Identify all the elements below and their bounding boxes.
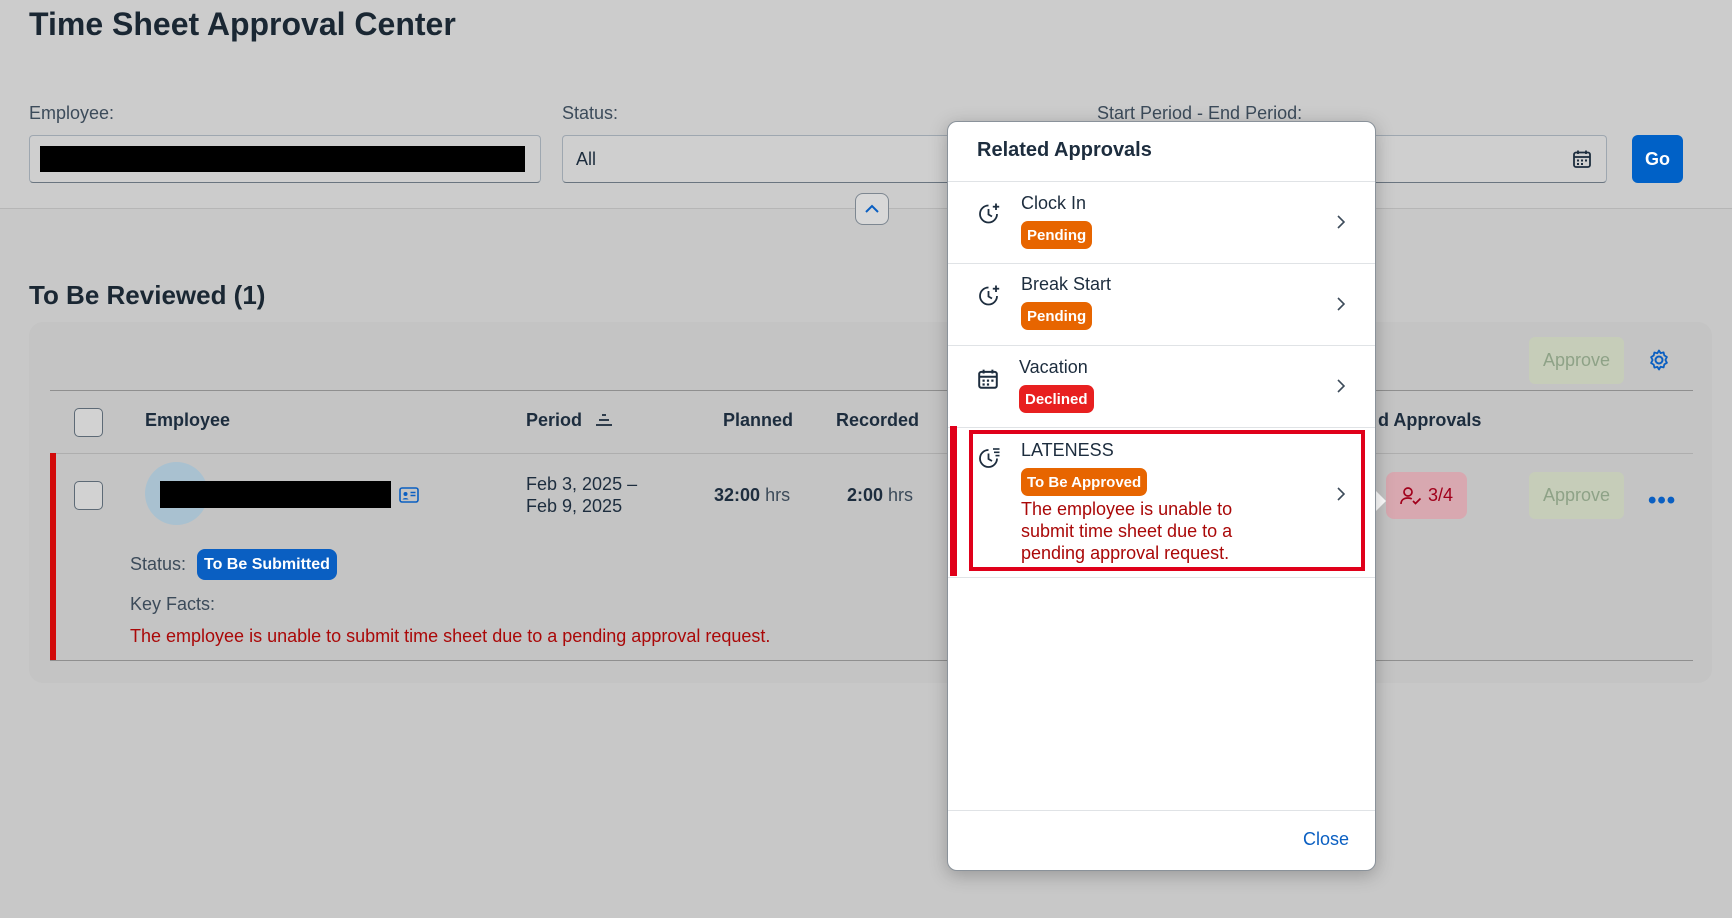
approve-all-button[interactable]: Approve (1529, 337, 1624, 384)
status-badge: To Be Approved (1021, 468, 1148, 496)
popover-title: Related Approvals (977, 139, 1152, 161)
gear-icon[interactable] (1647, 348, 1671, 377)
status-badge: Pending (1021, 302, 1093, 330)
redacted-employee-name (160, 481, 391, 508)
period-end: Feb 9, 2025 (526, 496, 623, 516)
filter-bar: Time Sheet Approval Center Employee: Sta… (0, 0, 1732, 209)
chevron-right-icon (1337, 215, 1346, 234)
status-badge: Pending (1021, 221, 1093, 249)
table-top-divider (50, 390, 1693, 391)
redacted-employee-value (40, 146, 525, 172)
employee-filter-label: Employee: (29, 103, 115, 123)
collapse-header-button[interactable] (855, 193, 889, 225)
column-header-recorded[interactable]: Recorded (836, 410, 919, 431)
row-error-marker (50, 453, 56, 660)
calendar-icon[interactable] (1572, 149, 1592, 174)
approval-item-break-start[interactable]: Break Start Pending (948, 264, 1375, 345)
close-button[interactable]: Close (1303, 829, 1349, 850)
column-header-employee[interactable]: Employee (145, 410, 230, 431)
approval-item-label: Break Start (1021, 274, 1112, 294)
column-header-planned[interactable]: Planned (723, 410, 793, 431)
chevron-right-icon (1337, 297, 1346, 316)
employee-card-icon[interactable] (399, 487, 419, 508)
approve-row-button[interactable]: Approve (1529, 472, 1624, 519)
column-header-period[interactable]: Period (526, 410, 613, 431)
approval-item-clock-in[interactable]: Clock In Pending (948, 182, 1375, 263)
popover-arrow (1375, 490, 1386, 512)
status-filter-label: Status: (562, 103, 619, 123)
key-facts-text: The employee is unable to submit time sh… (130, 626, 771, 646)
clock-add-icon (977, 284, 1001, 313)
recorded-hours: 2:00 hrs (847, 485, 914, 505)
chevron-right-icon (1337, 379, 1346, 398)
status-filter-select[interactable]: All (562, 135, 992, 183)
user-check-icon (1400, 486, 1422, 505)
clock-add-icon (977, 202, 1001, 231)
row-status-label: Status: (130, 554, 187, 574)
more-options-icon[interactable]: ••• (1648, 487, 1676, 515)
employee-filter-input[interactable] (29, 135, 541, 183)
status-filter-value: All (576, 149, 597, 169)
column-header-related-approvals[interactable]: d Approvals (1378, 410, 1481, 431)
chevron-right-icon (1337, 487, 1346, 506)
status-badge: Declined (1019, 385, 1094, 413)
row-bottom-divider (50, 660, 1693, 661)
calendar-icon (977, 368, 999, 395)
page-title: Time Sheet Approval Center (29, 6, 456, 42)
select-all-checkbox[interactable] (74, 408, 103, 437)
sort-icon (596, 414, 613, 426)
go-button[interactable]: Go (1632, 135, 1683, 183)
status-badge: To Be Submitted (197, 549, 337, 580)
approval-item-label: Vacation (1019, 357, 1088, 377)
approval-item-label: Clock In (1021, 193, 1087, 213)
header-divider (50, 453, 1693, 454)
lateness-message: The employee is unable to submit time sh… (1021, 499, 1233, 563)
related-approvals-button[interactable]: 3/4 (1386, 472, 1467, 519)
approval-item-label: LATENESS (1021, 440, 1114, 460)
chevron-up-icon (865, 204, 879, 213)
row-checkbox[interactable] (74, 481, 103, 510)
key-facts-label: Key Facts: (130, 594, 216, 614)
clock-list-icon (977, 446, 1001, 475)
popover-divider (948, 577, 1375, 578)
planned-hours: 32:00 hrs (714, 485, 791, 505)
approval-item-vacation[interactable]: Vacation Declined (948, 346, 1375, 427)
popover-footer-divider (948, 810, 1375, 811)
section-title: To Be Reviewed (1) (29, 280, 266, 310)
period-start: Feb 3, 2025 – (526, 474, 638, 494)
related-approvals-popover: Related Approvals Clock In Pending Break… (947, 121, 1376, 871)
